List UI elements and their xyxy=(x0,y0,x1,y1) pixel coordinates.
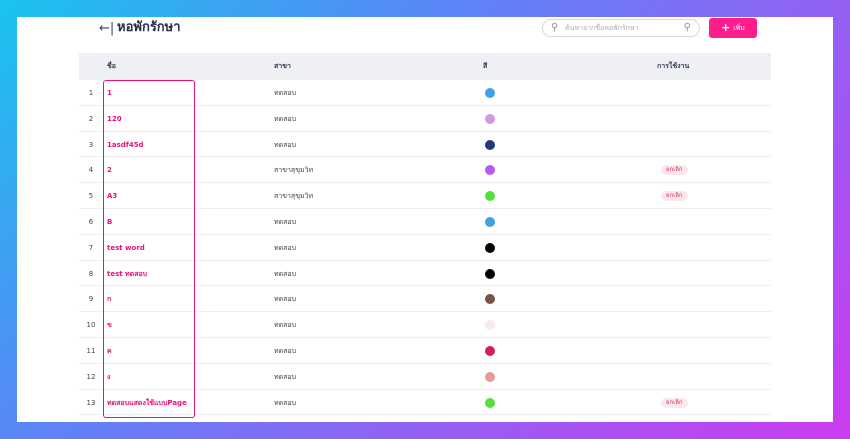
table-row[interactable]: 13 ทดสอบแสดงใช้แบบPage ทดสอบ ยกเลิก xyxy=(79,390,771,416)
column-header-color: สี xyxy=(483,62,488,70)
row-index: 12 xyxy=(86,372,96,381)
row-branch: ทดสอบ xyxy=(274,295,297,304)
table-row[interactable]: 9 ก ทดสอบ xyxy=(79,286,771,313)
table-row[interactable]: 2 120 ทดสอบ xyxy=(79,106,771,132)
row-name-link[interactable]: test ทดสอบ xyxy=(107,270,147,278)
page-title: หอพักรักษา xyxy=(117,20,181,35)
row-index: 6 xyxy=(88,217,94,226)
table-row[interactable]: 7 test word ทดสอบ xyxy=(79,235,771,261)
search-icon: ⚲ xyxy=(551,22,559,33)
search-box: ⚲ ⚲ xyxy=(542,19,700,37)
row-index: 10 xyxy=(86,321,96,330)
row-index: 1 xyxy=(88,89,94,97)
color-swatch xyxy=(485,139,495,150)
color-swatch xyxy=(485,191,495,202)
color-swatch xyxy=(485,242,495,253)
add-button[interactable]: + เพิ่ม xyxy=(709,18,757,38)
column-header-branch: สาขา xyxy=(274,62,291,70)
row-name-link[interactable]: 120 xyxy=(107,115,122,123)
table-header: ชื่อ สาขา สี การใช้งาน xyxy=(79,53,771,80)
row-name-link[interactable]: ทดสอบแสดงใช้แบบPage xyxy=(107,399,187,407)
status-badge: ยกเลิก xyxy=(661,397,688,408)
table-row[interactable]: 5 A3 สาขาสุขุมวิท ยกเลิก xyxy=(79,183,771,209)
row-branch: ทดสอบ xyxy=(274,398,297,407)
row-index: 7 xyxy=(88,243,94,252)
row-branch: ทดสอบ xyxy=(274,243,297,252)
row-index: 11 xyxy=(86,346,96,355)
search-submit-icon[interactable]: ⚲ xyxy=(684,22,691,33)
color-swatch xyxy=(485,165,495,176)
color-swatch xyxy=(485,320,495,331)
table-row[interactable]: 11 ค ทดสอบ xyxy=(79,338,771,364)
column-header-name: ชื่อ xyxy=(107,62,116,70)
color-swatch xyxy=(485,113,495,124)
row-index: 5 xyxy=(88,192,94,201)
row-branch: ทดสอบ xyxy=(274,346,297,355)
color-swatch xyxy=(485,88,495,98)
row-name-link[interactable]: 1asdf45d xyxy=(107,141,144,149)
row-name-link[interactable]: ข xyxy=(107,321,112,329)
gradient-background: ←| หอพักรักษา ⚲ ⚲ + เพิ่ม ชื่อ สาขา สี ก… xyxy=(0,0,850,439)
row-branch: ทดสอบ xyxy=(274,321,297,330)
row-branch: สาขาสุขุมวิท xyxy=(274,192,314,201)
row-branch: ทดสอบ xyxy=(274,217,297,226)
status-badge: ยกเลิก xyxy=(661,165,688,176)
color-swatch xyxy=(485,294,495,305)
color-swatch xyxy=(485,397,495,408)
row-branch: ทดสอบ xyxy=(274,114,297,123)
row-name-link[interactable]: 2 xyxy=(107,166,112,174)
table-row[interactable]: 8 test ทดสอบ ทดสอบ xyxy=(79,261,771,287)
status-badge: ยกเลิก xyxy=(661,191,688,202)
row-name-link[interactable]: 1 xyxy=(107,89,112,97)
row-index: 4 xyxy=(88,166,94,175)
table-row[interactable]: 1 1 ทดสอบ xyxy=(79,80,771,106)
row-name-link[interactable]: test word xyxy=(107,244,145,252)
row-branch: ทดสอบ xyxy=(274,140,297,149)
table-row[interactable]: 3 1asdf45d ทดสอบ xyxy=(79,132,771,158)
row-branch: ทดสอบ xyxy=(274,372,297,381)
row-branch: ทดสอบ xyxy=(274,269,297,278)
row-name-link[interactable]: B xyxy=(107,218,112,226)
row-branch: สาขาสุขุมวิท xyxy=(274,166,314,175)
add-button-label: เพิ่ม xyxy=(733,23,745,32)
color-swatch xyxy=(485,216,495,227)
plus-icon: + xyxy=(721,21,731,34)
row-index: 9 xyxy=(88,295,94,304)
color-swatch xyxy=(485,345,495,356)
main-panel: ←| หอพักรักษา ⚲ ⚲ + เพิ่ม ชื่อ สาขา สี ก… xyxy=(17,17,833,422)
table-body: 1 1 ทดสอบ 2 120 ทดสอบ 3 1asdf45d ทดสอบ 4 2 สาขาสุขุ… xyxy=(79,80,771,416)
row-index: 8 xyxy=(88,269,94,278)
column-header-status: การใช้งาน xyxy=(657,62,690,70)
table-row[interactable]: 12 ง ทดสอบ xyxy=(79,364,771,390)
table-row[interactable]: 6 B ทดสอบ xyxy=(79,209,771,235)
row-name-link[interactable]: A3 xyxy=(107,192,117,200)
row-index: 13 xyxy=(86,398,96,407)
page-header: ←| หอพักรักษา ⚲ ⚲ + เพิ่ม xyxy=(17,17,833,53)
row-branch: ทดสอบ xyxy=(274,89,297,97)
row-name-link[interactable]: ง xyxy=(107,373,110,381)
search-input[interactable] xyxy=(565,22,675,34)
color-swatch xyxy=(485,268,495,279)
color-swatch xyxy=(485,371,495,382)
table-row[interactable]: 4 2 สาขาสุขุมวิท ยกเลิก xyxy=(79,157,771,184)
row-name-link[interactable]: ก xyxy=(107,295,111,303)
table-row[interactable]: 10 ข ทดสอบ xyxy=(79,312,771,338)
row-name-link[interactable]: ค xyxy=(107,347,112,355)
back-icon[interactable]: ←| xyxy=(99,22,114,36)
row-index: 3 xyxy=(88,140,94,149)
row-index: 2 xyxy=(88,114,94,123)
